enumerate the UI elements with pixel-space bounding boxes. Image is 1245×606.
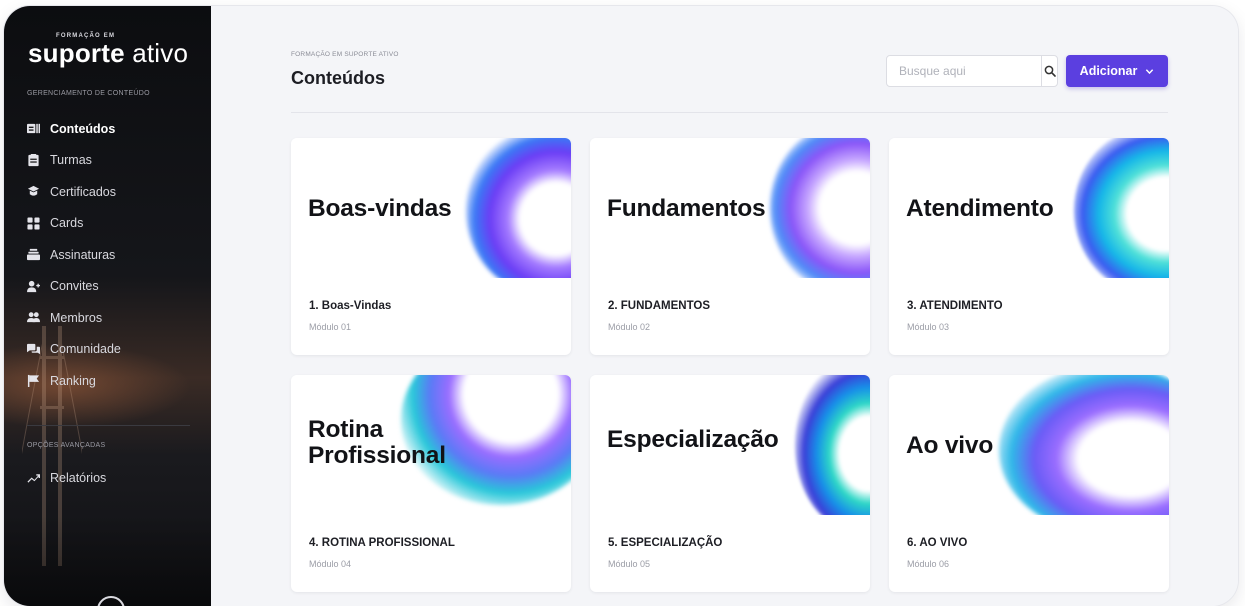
card-subtitle: Módulo 03 <box>907 322 950 332</box>
search-button[interactable] <box>1041 56 1057 86</box>
sidebar-item-relatorios[interactable]: Relatórios <box>26 462 196 494</box>
card-thumbnail-title-line2: Profissional <box>308 442 446 470</box>
brand-name-light: ativo <box>132 38 189 68</box>
members-icon <box>26 311 40 325</box>
card-subtitle: Módulo 05 <box>608 559 651 569</box>
card-subtitle: Módulo 06 <box>907 559 950 569</box>
content-card[interactable]: Rotina Profissional 4. ROTINA PROFISSION… <box>291 375 571 592</box>
card-title: 1. Boas-Vindas <box>309 300 392 312</box>
sidebar-divider <box>27 425 190 426</box>
content-card[interactable]: Atendimento 3. ATENDIMENTO Módulo 03 <box>889 138 1169 355</box>
sidebar-item-cards[interactable]: Cards <box>26 208 196 240</box>
sidebar-nav: Conteúdos Turmas Certificados Cards Assi… <box>26 113 196 397</box>
contents-icon <box>26 122 40 136</box>
page-title: Conteúdos <box>291 68 385 88</box>
sidebar-item-label: Turmas <box>50 153 92 168</box>
card-thumbnail: Boas-vindas <box>291 138 571 278</box>
sidebar-item-label: Membros <box>50 310 103 325</box>
certificate-icon <box>26 185 40 199</box>
card-thumbnail: Fundamentos <box>590 138 870 278</box>
sidebar-item-label: Convites <box>50 279 99 294</box>
sidebar: FORMAÇÃO EM suporte ativo GERENCIAMENTO … <box>4 6 211 606</box>
card-title: 3. ATENDIMENTO <box>907 300 1003 312</box>
classes-icon <box>26 153 40 167</box>
brand-logo[interactable]: suporte ativo <box>28 38 188 69</box>
sidebar-item-certificados[interactable]: Certificados <box>26 176 196 208</box>
sidebar-advanced-nav: Relatórios <box>26 462 196 494</box>
card-thumbnail: Especialização <box>590 375 870 515</box>
user-avatar[interactable] <box>97 596 125 606</box>
trend-icon <box>26 471 40 485</box>
card-thumbnail-title: Fundamentos <box>607 195 766 222</box>
search-box <box>886 55 1058 87</box>
main-content: FORMAÇÃO EM SUPORTE ATIVO Conteúdos Adic… <box>211 6 1238 606</box>
chevron-down-icon <box>1146 68 1154 74</box>
search-icon <box>1044 65 1056 77</box>
sidebar-item-ranking[interactable]: Ranking <box>26 365 196 397</box>
content-card[interactable]: Especialização 5. ESPECIALIZAÇÃO Módulo … <box>590 375 870 592</box>
card-title: 4. ROTINA PROFISSIONAL <box>309 537 455 549</box>
sidebar-item-assinaturas[interactable]: Assinaturas <box>26 239 196 271</box>
invite-icon <box>26 279 40 293</box>
card-thumbnail-title: Boas-vindas <box>308 195 452 222</box>
community-icon <box>26 342 40 356</box>
content-card[interactable]: Ao vivo 6. AO VIVO Módulo 06 <box>889 375 1169 592</box>
sidebar-item-turmas[interactable]: Turmas <box>26 145 196 177</box>
sidebar-item-membros[interactable]: Membros <box>26 302 196 334</box>
card-thumbnail: Atendimento <box>889 138 1169 278</box>
brand-name-bold: suporte <box>28 38 125 68</box>
breadcrumb[interactable]: FORMAÇÃO EM SUPORTE ATIVO <box>291 51 399 58</box>
card-thumbnail: Ao vivo <box>889 375 1169 515</box>
subscriptions-icon <box>26 248 40 262</box>
card-thumbnail: Rotina Profissional <box>291 375 571 515</box>
sidebar-item-label: Relatórios <box>50 470 107 485</box>
card-thumbnail-title: Especialização <box>607 426 779 453</box>
card-title: 5. ESPECIALIZAÇÃO <box>608 537 723 549</box>
flag-icon <box>26 374 40 388</box>
sidebar-item-label: Ranking <box>50 373 96 388</box>
sidebar-section-content: GERENCIAMENTO DE CONTEÚDO <box>27 90 150 97</box>
add-button-label: Adicionar <box>1079 64 1138 78</box>
app-window: FORMAÇÃO EM suporte ativo GERENCIAMENTO … <box>4 6 1238 606</box>
content-card[interactable]: Boas-vindas 1. Boas-Vindas Módulo 01 <box>291 138 571 355</box>
sidebar-item-label: Certificados <box>50 184 116 199</box>
cards-icon <box>26 216 40 230</box>
sidebar-item-label: Assinaturas <box>50 247 116 262</box>
sidebar-item-label: Comunidade <box>50 342 121 357</box>
sidebar-item-conteudos[interactable]: Conteúdos <box>26 113 196 145</box>
add-button[interactable]: Adicionar <box>1066 55 1168 87</box>
header-divider <box>291 112 1168 113</box>
sidebar-item-label: Conteúdos <box>50 121 116 136</box>
card-title: 6. AO VIVO <box>907 537 968 549</box>
sidebar-item-comunidade[interactable]: Comunidade <box>26 334 196 366</box>
sidebar-section-advanced: OPÇÕES AVANÇADAS <box>27 442 106 449</box>
card-thumbnail-title: Ao vivo <box>906 432 994 459</box>
card-thumbnail-title: Rotina Profissional <box>308 416 446 470</box>
card-subtitle: Módulo 01 <box>309 322 352 332</box>
sidebar-item-convites[interactable]: Convites <box>26 271 196 303</box>
card-subtitle: Módulo 04 <box>309 559 352 569</box>
card-thumbnail-title: Atendimento <box>906 195 1054 222</box>
card-subtitle: Módulo 02 <box>608 322 651 332</box>
search-input[interactable] <box>887 56 1041 86</box>
content-card[interactable]: Fundamentos 2. FUNDAMENTOS Módulo 02 <box>590 138 870 355</box>
sidebar-item-label: Cards <box>50 216 84 231</box>
card-thumbnail-title-line1: Rotina <box>308 416 384 443</box>
card-title: 2. FUNDAMENTOS <box>608 300 711 312</box>
